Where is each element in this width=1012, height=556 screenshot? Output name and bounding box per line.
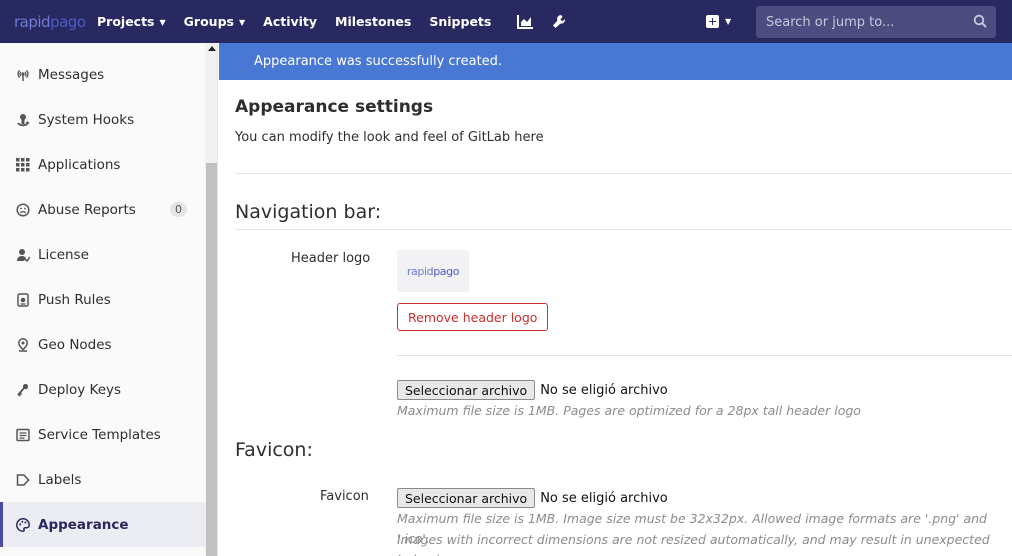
sidebar-item-messages[interactable]: Messages [0,52,205,97]
map-pin-icon [16,337,30,352]
divider [235,229,1012,230]
nav-activity[interactable]: Activity [254,0,326,43]
admin-sidebar: Messages System Hooks Applications Abuse… [0,43,218,556]
nav-groups[interactable]: Groups ▼ [175,0,254,43]
search-icon[interactable] [973,14,987,32]
grid-icon [16,157,30,172]
new-item-dropdown[interactable]: ▼ [706,10,731,32]
sidebar-item-appearance[interactable]: Appearance [0,502,205,547]
sidebar-item-license[interactable]: License [0,232,205,277]
sidebar-item-applications[interactable]: Applications [0,142,205,187]
plus-square-icon [706,14,719,28]
palette-icon [16,517,30,532]
search-input[interactable] [766,14,966,30]
sidebar-item-label: Service Templates [38,426,161,443]
sidebar-item-abuse-reports[interactable]: Abuse Reports 0 [0,187,205,232]
chevron-down-icon: ▼ [725,16,732,26]
user-license-icon [16,248,30,262]
favicon-help-2: Images with incorrect dimensions are not… [397,532,990,556]
select-file-button[interactable]: Seleccionar archivo [397,488,536,508]
nav-milestones[interactable]: Milestones [326,0,420,43]
sidebar-scrollbar[interactable] [205,43,217,556]
navigation-bar-heading: Navigation bar: [235,201,382,223]
favicon-file-input: Seleccionar archivo No se eligió archivo [397,488,668,508]
sidebar-item-label: Appearance [38,516,129,533]
sidebar-item-label: Deploy Keys [38,381,122,398]
page-description: You can modify the look and feel of GitL… [235,130,544,145]
page-title: Appearance settings [235,97,434,117]
select-file-button[interactable]: Seleccionar archivo [397,380,536,400]
header-logo-help: Maximum file size is 1MB. Pages are opti… [397,403,861,418]
brand-logo[interactable]: rapidpago [0,0,88,43]
push-rules-icon [16,292,30,307]
label-icon [16,473,30,487]
file-status: No se eligió archivo [540,490,668,506]
key-icon [16,383,30,397]
divider [235,173,1012,174]
broadcast-icon [16,68,30,82]
file-status: No se eligió archivo [540,382,668,398]
chevron-down-icon: ▼ [238,18,246,27]
sidebar-item-label: License [38,246,89,263]
sidebar-item-push-rules[interactable]: Push Rules [0,277,205,322]
sidebar-item-labels[interactable]: Labels [0,457,205,502]
sidebar-item-label: Messages [38,66,105,83]
sidebar-item-label: Push Rules [38,291,111,308]
scrollbar-thumb[interactable] [206,163,217,556]
sidebar-item-geo-nodes[interactable]: Geo Nodes [0,322,205,367]
chart-icon[interactable] [508,0,542,43]
brand-logo-text: rapidpago [14,12,86,31]
search-box [756,6,996,38]
top-navbar: rapidpago Projects ▼ Groups ▼ Activity Mil… [0,0,1012,43]
favicon-heading: Favicon: [235,439,313,461]
count-badge: 0 [170,202,187,217]
header-logo-file-input: Seleccionar archivo No se eligió archivo [397,380,668,400]
sidebar-item-label: Abuse Reports [38,201,136,218]
sidebar-item-label: Labels [38,471,82,488]
nav-projects[interactable]: Projects ▼ [88,0,175,43]
template-icon [16,428,30,442]
scroll-up-arrow-icon[interactable] [208,46,216,51]
header-logo-label: Header logo [291,251,371,266]
sidebar-item-label: Geo Nodes [38,336,112,353]
sidebar-item-service-templates[interactable]: Service Templates [0,412,205,457]
sidebar-item-label: Applications [38,156,121,173]
remove-header-logo-button[interactable]: Remove header logo [397,303,549,331]
sidebar-item-label: System Hooks [38,111,135,128]
sidebar-item-system-hooks[interactable]: System Hooks [0,97,205,142]
sidebar-item-deploy-keys[interactable]: Deploy Keys [0,367,205,412]
divider [397,355,1012,356]
flash-message: Appearance was successfully created. [254,54,503,69]
frown-icon [16,202,30,217]
nav-snippets[interactable]: Snippets [420,0,500,43]
hook-icon [16,113,30,127]
chevron-down-icon: ▼ [159,18,166,27]
favicon-label: Favicon [320,489,369,504]
flash-notice: Appearance was successfully created. [219,43,1012,80]
nav-links: Projects ▼ Groups ▼ Activity Milestones Sn… [88,0,576,43]
header-logo-preview: rapidpago [397,250,469,292]
wrench-icon[interactable] [542,0,576,43]
